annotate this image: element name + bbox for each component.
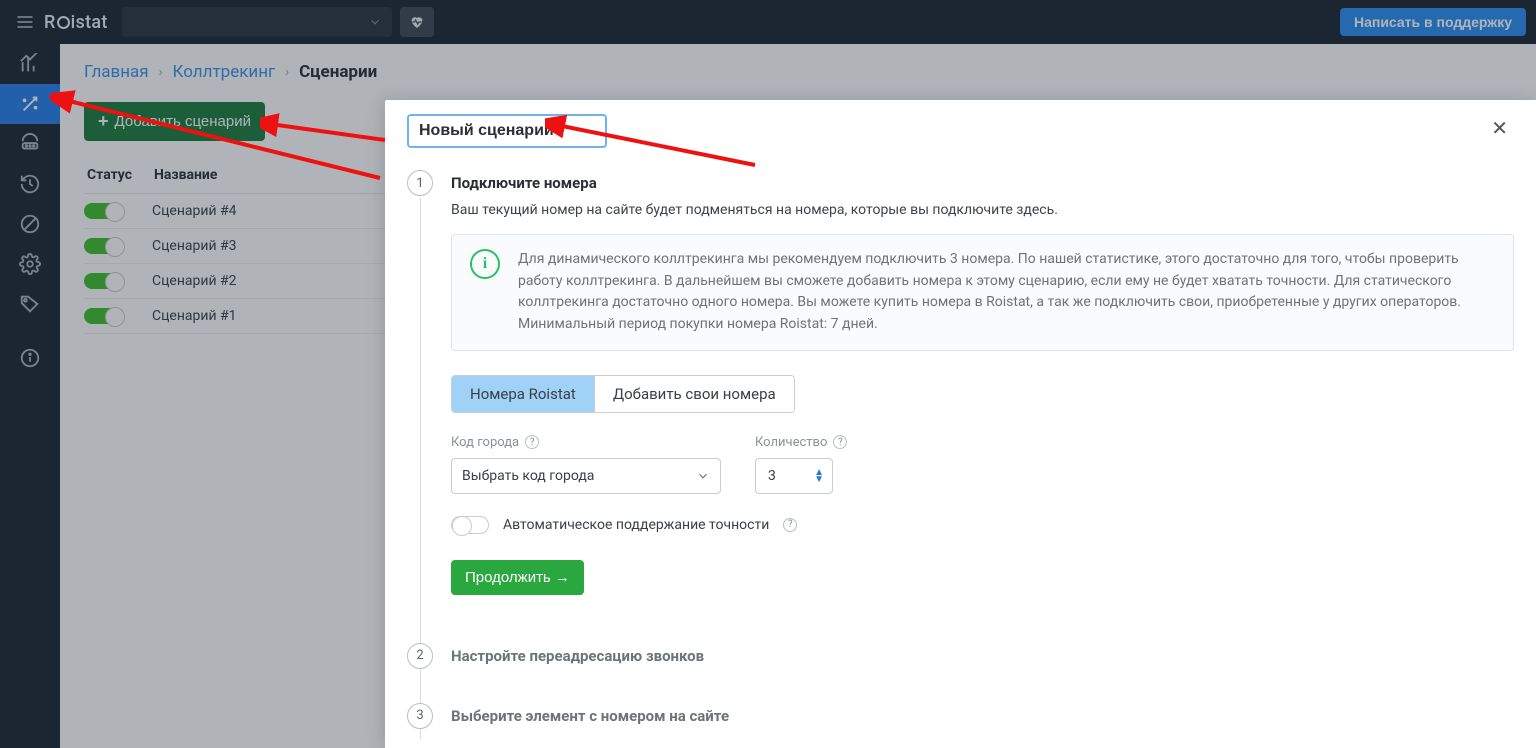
scenario-modal: ✕ 1 Подключите номера Ваш текущий номер … — [385, 100, 1536, 748]
scenario-title-input[interactable] — [407, 114, 607, 148]
continue-button[interactable]: Продолжить → — [451, 560, 584, 595]
step2-title: Настройте переадресацию звонков — [451, 647, 704, 665]
step-number-1: 1 — [407, 170, 433, 196]
step2-header[interactable]: 2 Настройте переадресацию звонков — [407, 643, 1514, 669]
step1-title: Подключите номера — [451, 174, 597, 192]
quantity-value: 3 — [768, 468, 776, 484]
quantity-label: Количество ? — [755, 435, 847, 450]
steps-container: 1 Подключите номера Ваш текущий номер на… — [407, 170, 1514, 748]
tab-roistat-numbers[interactable]: Номера Roistat — [452, 376, 594, 412]
step1-body: Ваш текущий номер на сайте будет подменя… — [451, 202, 1514, 595]
city-code-label: Код города ? — [451, 435, 721, 450]
info-panel: i Для динамического коллтрекинга мы реко… — [451, 234, 1514, 351]
step3-header[interactable]: 3 Выберите элемент с номером на сайте — [407, 703, 1514, 729]
close-icon[interactable]: ✕ — [1485, 114, 1514, 142]
modal-header: ✕ — [407, 114, 1514, 148]
step1-subtitle: Ваш текущий номер на сайте будет подменя… — [451, 202, 1514, 218]
city-code-placeholder: Выбрать код города — [462, 468, 594, 484]
city-code-field: Код города ? Выбрать код города — [451, 435, 721, 494]
city-code-select[interactable]: Выбрать код города — [451, 458, 721, 494]
info-text: Для динамического коллтрекинга мы рекоме… — [518, 249, 1495, 336]
auto-accuracy-label: Автоматическое поддержание точности — [503, 517, 769, 533]
step-number-2: 2 — [407, 643, 433, 669]
help-icon[interactable]: ? — [525, 435, 539, 449]
chevron-down-icon — [696, 469, 710, 483]
help-icon[interactable]: ? — [783, 518, 797, 532]
spinner-arrows-icon[interactable]: ▲▼ — [814, 469, 824, 483]
auto-accuracy-toggle[interactable] — [451, 516, 489, 534]
step3-title: Выберите элемент с номером на сайте — [451, 707, 729, 725]
quantity-field: Количество ? 3 ▲▼ — [755, 435, 847, 494]
help-icon[interactable]: ? — [833, 435, 847, 449]
number-form-row: Код города ? Выбрать код города Количест… — [451, 435, 1514, 494]
quantity-stepper[interactable]: 3 ▲▼ — [755, 458, 833, 494]
step-number-3: 3 — [407, 703, 433, 729]
number-source-tabs: Номера Roistat Добавить свои номера — [451, 375, 795, 413]
info-icon: i — [470, 249, 500, 279]
tab-own-numbers[interactable]: Добавить свои номера — [594, 376, 794, 412]
step1-header: 1 Подключите номера — [407, 170, 1514, 196]
auto-accuracy-row: Автоматическое поддержание точности ? — [451, 516, 1514, 534]
